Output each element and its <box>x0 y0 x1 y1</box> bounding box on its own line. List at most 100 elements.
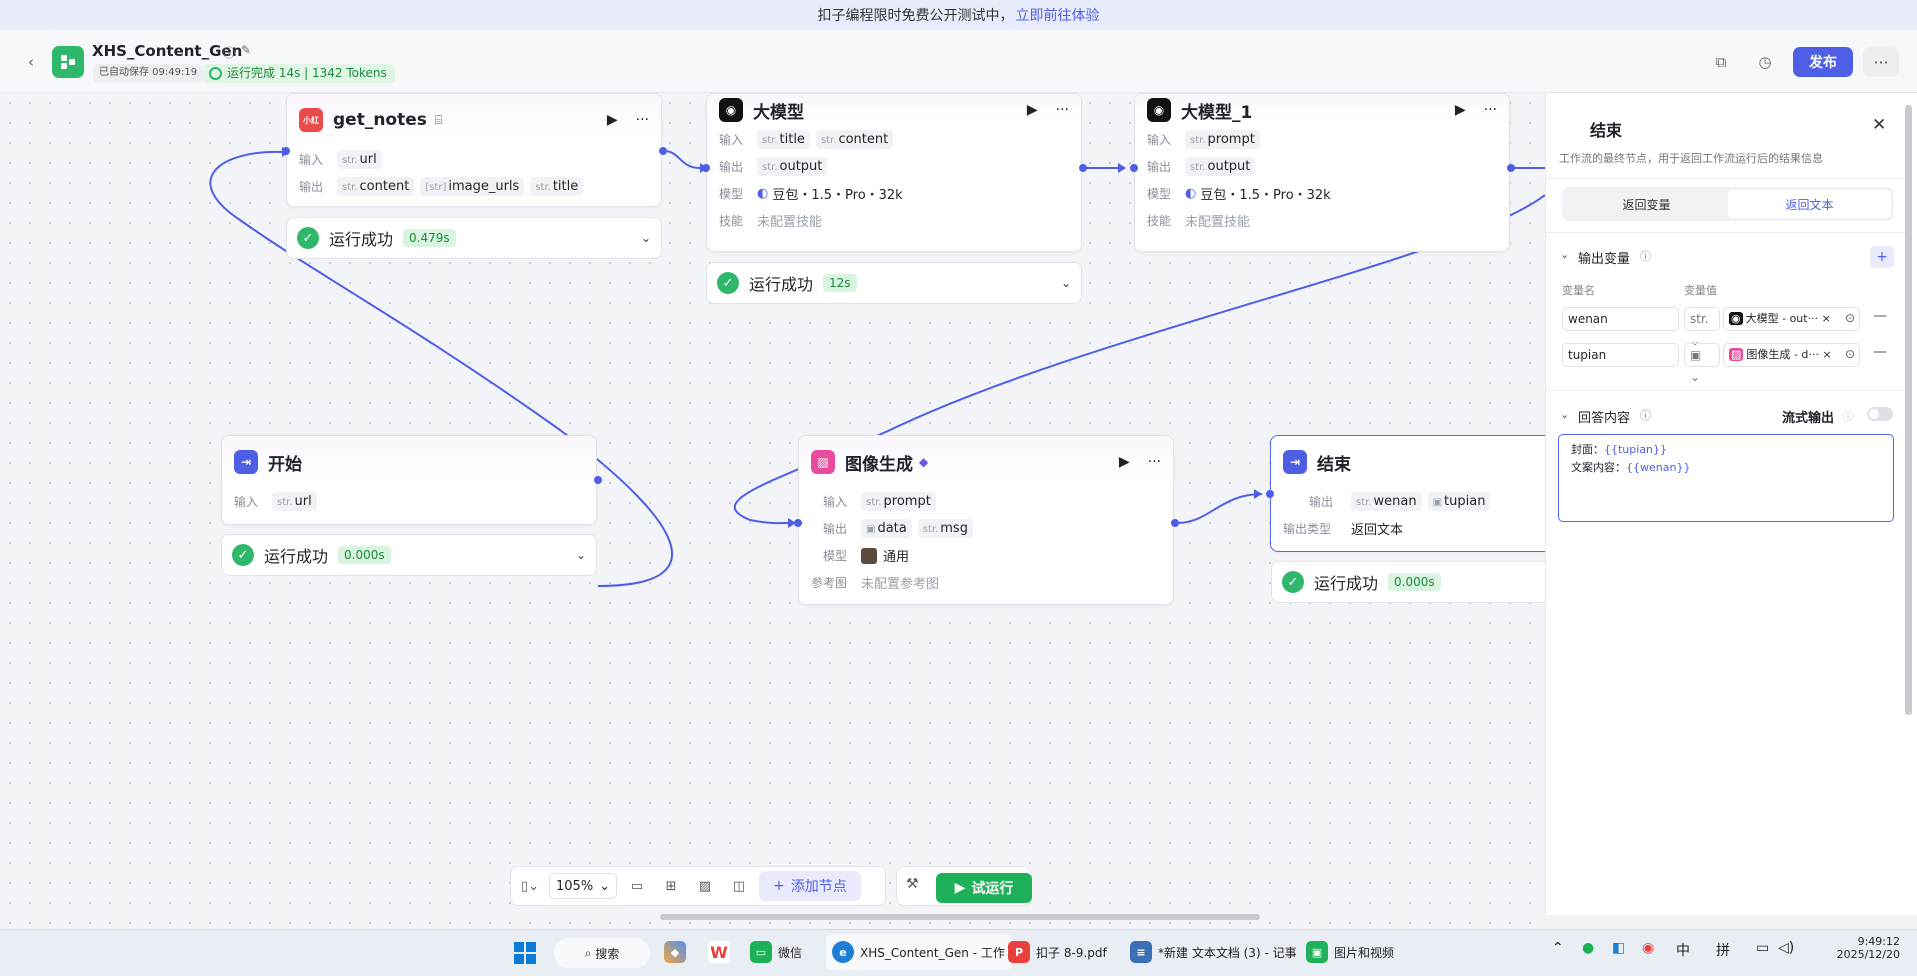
output-label: 输出 <box>1309 495 1334 509</box>
more-icon[interactable]: ··· <box>1484 102 1497 118</box>
output-port[interactable] <box>1507 164 1515 172</box>
var-ref-select[interactable]: ◉ 大模型 - out··· × <box>1723 307 1860 331</box>
more-icon[interactable]: ··· <box>1148 454 1161 470</box>
tray-app-icon[interactable]: ◧ <box>1612 940 1625 956</box>
pdf-icon: P <box>1008 941 1030 963</box>
collapse-icon[interactable]: ⌄ <box>1560 408 1569 421</box>
play-icon[interactable]: ▶ <box>1119 454 1130 470</box>
var-type-select[interactable]: str. ⌄ <box>1684 307 1720 348</box>
node-get-notes[interactable]: 小红 get_notes ⌸ ▶ ··· 输入 str. url 输出 str. co… <box>286 93 662 207</box>
test-run-button[interactable]: ▶ 试运行 <box>936 873 1032 903</box>
collapse-icon[interactable]: ⌄ <box>1560 248 1569 261</box>
copy-icon[interactable]: ⧉ <box>1706 47 1736 77</box>
output-label: 输出 <box>1147 160 1172 174</box>
taskbar-wechat[interactable]: ▭ 微信 <box>750 934 802 970</box>
input-port[interactable] <box>1266 490 1274 498</box>
clock[interactable]: 9:49:12 2025/12/20 <box>1820 935 1900 961</box>
input-chip: str. prompt <box>861 492 936 511</box>
image-icon[interactable]: ▨ <box>691 879 719 894</box>
node-image-gen[interactable]: ▨ 图像生成 ◆ ▶ ··· 输入 str. prompt 输出 ▣ data str… <box>798 435 1174 605</box>
remove-var-icon[interactable]: — <box>1873 308 1887 324</box>
wrench-icon[interactable]: ⚒ <box>906 876 919 892</box>
settings-icon[interactable]: ⊙ <box>1845 311 1855 325</box>
taskbar-search[interactable]: ⌕ 搜索 <box>554 938 650 968</box>
input-port[interactable] <box>794 519 802 527</box>
more-menu-icon[interactable]: ··· <box>1863 47 1899 77</box>
taskbar-notepad[interactable]: ≡ *新建 文本文档 (3) - 记事 <box>1130 934 1297 970</box>
run-status-llm[interactable]: ✓ 运行成功 12s ⌄ <box>706 262 1082 304</box>
skill-label: 技能 <box>719 214 744 228</box>
output-port[interactable] <box>1171 519 1179 527</box>
play-icon[interactable]: ▶ <box>1027 102 1038 118</box>
tray-chevron-icon[interactable]: ⌃ <box>1552 940 1564 956</box>
more-icon[interactable]: ··· <box>1056 102 1069 118</box>
volume-icon[interactable]: ◁) <box>1778 940 1794 956</box>
remove-var-icon[interactable]: — <box>1873 344 1887 360</box>
output-type-value: 返回文本 <box>1351 523 1404 538</box>
ime-pinyin[interactable]: 拼 <box>1716 940 1730 960</box>
run-status-end[interactable]: ✓ 运行成功 0.000s <box>1271 561 1546 603</box>
var-name-input[interactable]: tupian <box>1562 343 1679 367</box>
input-port[interactable] <box>1130 164 1138 172</box>
vertical-scrollbar[interactable] <box>1905 105 1912 715</box>
windows-start-icon[interactable] <box>514 942 536 968</box>
network-icon[interactable]: ▭ <box>1756 940 1769 956</box>
output-port[interactable] <box>659 147 667 155</box>
copilot-icon[interactable]: ◆ <box>664 934 686 970</box>
node-end[interactable]: ⇥ 结束 输出 str. wenan ▣ tupian 输出类型 返回文本 <box>1270 435 1560 552</box>
comment-icon[interactable]: ▭ <box>623 879 651 894</box>
add-node-button[interactable]: + 添加节点 <box>759 871 861 901</box>
var-type-select[interactable]: ▣ ⌄ <box>1684 343 1720 384</box>
output-port[interactable] <box>1079 164 1087 172</box>
tab-return-text[interactable]: 返回文本 <box>1728 190 1891 218</box>
horizontal-scrollbar[interactable] <box>660 914 1260 920</box>
tab-return-vars[interactable]: 返回变量 <box>1565 190 1728 218</box>
end-icon: ⇥ <box>1565 120 1577 134</box>
zoom-select[interactable]: 105% ⌄ <box>549 873 618 899</box>
node-start[interactable]: ⇥ 开始 输入 str. url <box>221 435 597 525</box>
info-icon[interactable]: ⓘ <box>1640 407 1651 423</box>
input-port[interactable] <box>282 147 290 155</box>
taskbar-edge[interactable]: e XHS_Content_Gen - 工作 <box>826 934 1011 970</box>
add-var-icon[interactable]: + <box>1870 246 1894 268</box>
info-icon[interactable]: ⓘ <box>1843 408 1853 423</box>
wps-icon[interactable]: W <box>708 934 730 970</box>
close-icon[interactable]: ✕ <box>1872 115 1886 135</box>
divider <box>1545 178 1905 179</box>
play-icon[interactable]: ▶ <box>1455 102 1466 118</box>
var-ref-select[interactable]: ▨ 图像生成 - d··· × <box>1723 343 1860 367</box>
run-status-start[interactable]: ✓ 运行成功 0.000s ⌄ <box>221 534 597 576</box>
input-label: 输入 <box>299 153 324 167</box>
divider <box>1545 232 1905 233</box>
chevron-down-icon[interactable]: ⌄ <box>641 231 651 245</box>
history-icon[interactable]: ◷ <box>1750 47 1780 77</box>
taskbar-pdf[interactable]: P 扣子 8-9.pdf <box>1008 934 1107 970</box>
mouse-mode-icon[interactable]: ▯⌄ <box>517 879 543 894</box>
chevron-down-icon[interactable]: ⌄ <box>576 548 586 562</box>
minimap-icon[interactable]: ◫ <box>725 879 753 894</box>
answer-content-editor[interactable]: 封面：{{tupian}} 文案内容：{{wenan}} <box>1558 434 1894 522</box>
node-llm[interactable]: ◉ 大模型 ▶ ··· 输入 str. title str. content 输出 s… <box>706 93 1082 252</box>
layout-icon[interactable]: ⊞ <box>657 879 685 894</box>
output-label: 输出 <box>719 160 744 174</box>
output-label: 输出 <box>299 180 324 194</box>
node-llm-1[interactable]: ◉ 大模型_1 ▶ ··· 输入 str. prompt 输出 str. output… <box>1134 93 1510 252</box>
run-status-get-notes[interactable]: ✓ 运行成功 0.479s ⌄ <box>286 217 662 259</box>
model-label: 模型 <box>823 549 848 563</box>
stream-toggle[interactable] <box>1867 407 1893 421</box>
tray-wechat-icon[interactable]: ● <box>1582 940 1594 956</box>
tray-app2-icon[interactable]: ◉ <box>1642 940 1654 956</box>
info-icon[interactable]: ⓘ <box>1640 248 1651 264</box>
output-vars-title: 输出变量 <box>1578 252 1631 267</box>
more-icon[interactable]: ··· <box>636 112 649 128</box>
var-name-input[interactable]: wenan <box>1562 307 1679 331</box>
ime-mode[interactable]: 中 <box>1676 940 1690 960</box>
play-icon[interactable]: ▶ <box>607 112 618 128</box>
chevron-down-icon[interactable]: ⌄ <box>1061 276 1071 290</box>
output-port[interactable] <box>594 476 602 484</box>
input-port[interactable] <box>702 164 710 172</box>
settings-icon[interactable]: ⊙ <box>1845 347 1855 361</box>
panel-title: 结束 <box>1590 121 1623 140</box>
taskbar-photos[interactable]: ▣ 图片和视频 <box>1306 934 1394 970</box>
publish-button[interactable]: 发布 <box>1793 47 1853 77</box>
